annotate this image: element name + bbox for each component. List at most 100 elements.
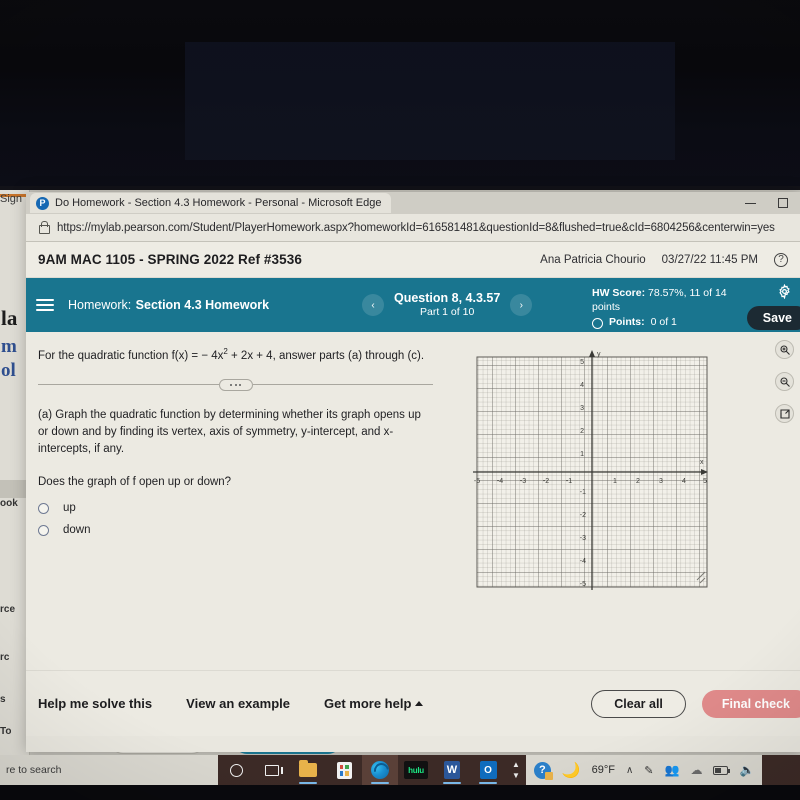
radio-icon-down[interactable] (38, 524, 49, 536)
svg-text:4: 4 (580, 382, 584, 389)
taskbar-edge-button[interactable] (362, 755, 398, 785)
pen-tray-icon[interactable]: ✎ (644, 764, 653, 777)
get-more-help-button[interactable]: Get more help (323, 696, 424, 711)
get-more-help-label: Get more help (323, 696, 412, 711)
view-an-example-button[interactable]: View an example (186, 696, 290, 711)
minimize-icon[interactable] (745, 202, 756, 204)
chevron-down-icon: ▼ (512, 770, 520, 780)
svg-text:4: 4 (682, 478, 686, 485)
question-number: Question 8, 4.3.57 (394, 290, 501, 305)
points-status-icon (592, 317, 603, 329)
points-label: Points: (609, 316, 645, 329)
graph-toolbar (775, 340, 794, 423)
question-footer: Help me solve this View an example Get m… (26, 670, 800, 736)
answer-option-up[interactable]: up (38, 502, 433, 514)
coordinate-graph[interactable]: y x 5 4 3 2 1 -1 -2 -3 -4 -5 -5 -4 -3 -2… (469, 342, 709, 590)
question-content: For the quadratic function f(x) = − 4x2 … (26, 332, 800, 670)
battery-icon[interactable] (713, 765, 731, 775)
taskbar-store-button[interactable] (326, 755, 362, 785)
gear-icon[interactable] (777, 284, 792, 299)
running-indicator (299, 782, 317, 784)
tray-expand-caret-icon[interactable]: ∧ (626, 765, 633, 776)
ellipsis-expand-icon[interactable] (218, 378, 253, 391)
taskbar-word-button[interactable]: W (434, 755, 470, 785)
svg-text:5: 5 (580, 359, 584, 366)
question-indicator: Question 8, 4.3.57 Part 1 of 10 (394, 291, 500, 320)
edge-icon (371, 761, 389, 779)
monitor-dark-area (0, 0, 800, 192)
expand-divider (38, 378, 433, 391)
points-row: Points: 0 of 1 (592, 316, 752, 330)
zoom-out-icon[interactable] (775, 372, 794, 391)
answer-option-down-label: down (63, 524, 91, 537)
photo-bottom-edge (0, 785, 800, 800)
chevron-up-icon: ▲ (512, 759, 520, 769)
previous-question-button[interactable]: ‹ (362, 294, 384, 316)
next-question-button[interactable]: › (510, 294, 533, 316)
window-controls (745, 192, 796, 214)
system-tray: ? 🌙 69°F ∧ ✎ 👥 ☁ 🔈 (525, 755, 763, 785)
taskbar-task-view-button[interactable] (254, 755, 290, 785)
weather-moon-icon[interactable]: 🌙 (562, 761, 581, 779)
final-check-button[interactable]: Final check (701, 689, 800, 718)
pearson-app: 9AM MAC 1105 - SPRING 2022 Ref #3536 Ana… (26, 242, 800, 752)
taskbar-outlook-button[interactable]: O (470, 755, 506, 785)
word-icon: W (444, 761, 460, 779)
answer-option-down[interactable]: down (38, 524, 433, 536)
search-input-placeholder: re to search (6, 764, 62, 776)
question-stem-pre: For the quadratic function f(x) = − 4x (38, 349, 224, 362)
taskbar-file-explorer-button[interactable] (290, 755, 326, 785)
radio-icon-up[interactable] (38, 502, 49, 514)
graph-svg[interactable]: y x 5 4 3 2 1 -1 -2 -3 -4 -5 -5 -4 -3 -2… (469, 342, 709, 590)
screen-photo: Sign la m ol ook rce rc s To Review Resu… (0, 0, 800, 800)
expand-graph-icon[interactable] (775, 404, 794, 423)
svg-text:1: 1 (580, 451, 584, 458)
svg-text:-1: -1 (580, 489, 586, 496)
running-indicator-outlook (479, 782, 497, 784)
save-button[interactable]: Save (746, 306, 800, 330)
svg-text:3: 3 (659, 478, 663, 485)
zoom-in-icon[interactable] (775, 340, 794, 359)
question-navigation: ‹ Question 8, 4.3.57 Part 1 of 10 › (362, 278, 533, 332)
background-side-text-2: rce (0, 604, 16, 615)
maximize-icon[interactable] (778, 198, 788, 208)
outlook-icon: O (479, 761, 497, 779)
question-prompt: Does the graph of f open up or down? (38, 476, 232, 489)
menu-icon[interactable] (36, 299, 54, 311)
taskbar-search-box[interactable]: re to search (0, 755, 218, 785)
temperature-label[interactable]: 69°F (592, 764, 615, 776)
people-tray-icon[interactable]: 👥 (665, 763, 680, 777)
browser-tab[interactable]: P Do Homework - Section 4.3 Homework - P… (30, 193, 392, 213)
clear-all-button[interactable]: Clear all (591, 689, 686, 718)
help-tray-icon[interactable]: ? (533, 761, 553, 780)
help-me-solve-this-button[interactable]: Help me solve this (38, 696, 152, 711)
running-indicator-word (443, 782, 461, 784)
svg-text:2: 2 (580, 428, 584, 435)
homework-label: Homework: (68, 298, 132, 313)
points-value: 0 of 1 (650, 316, 677, 329)
svg-text:-3: -3 (580, 535, 586, 542)
background-peek-line-2: m (1, 336, 17, 357)
taskbar-cortana-button[interactable] (218, 755, 254, 785)
background-side-text-5: To (0, 726, 12, 737)
background-side-text-3: rc (0, 652, 10, 663)
hw-score-label: HW Score: (592, 287, 646, 299)
taskbar-hulu-button[interactable]: hulu (398, 755, 434, 785)
svg-text:-2: -2 (543, 478, 549, 485)
volume-icon[interactable]: 🔈 (739, 763, 754, 777)
background-sign-text: Sign (0, 193, 23, 205)
svg-text:3: 3 (580, 405, 584, 412)
taskbar-scroll-chevrons[interactable]: ▲ ▼ (512, 759, 520, 780)
browser-titlebar: P Do Homework - Section 4.3 Homework - P… (26, 192, 800, 214)
svg-text:x: x (700, 459, 704, 466)
svg-text:-2: -2 (580, 512, 586, 519)
homework-toolbar: Homework: Section 4.3 Homework ‹ Questio… (26, 278, 800, 332)
taskbar-pinned-apps: hulu W O (218, 755, 506, 785)
svg-text:-5: -5 (580, 581, 586, 588)
divider-line-left (38, 384, 219, 385)
svg-text:-4: -4 (497, 478, 503, 485)
help-icon[interactable]: ? (774, 252, 788, 267)
cloud-tray-icon[interactable]: ☁ (690, 763, 702, 777)
question-part-a: (a) Graph the quadratic function by dete… (38, 408, 421, 456)
browser-address-bar[interactable]: https://mylab.pearson.com/Student/Player… (26, 214, 800, 242)
